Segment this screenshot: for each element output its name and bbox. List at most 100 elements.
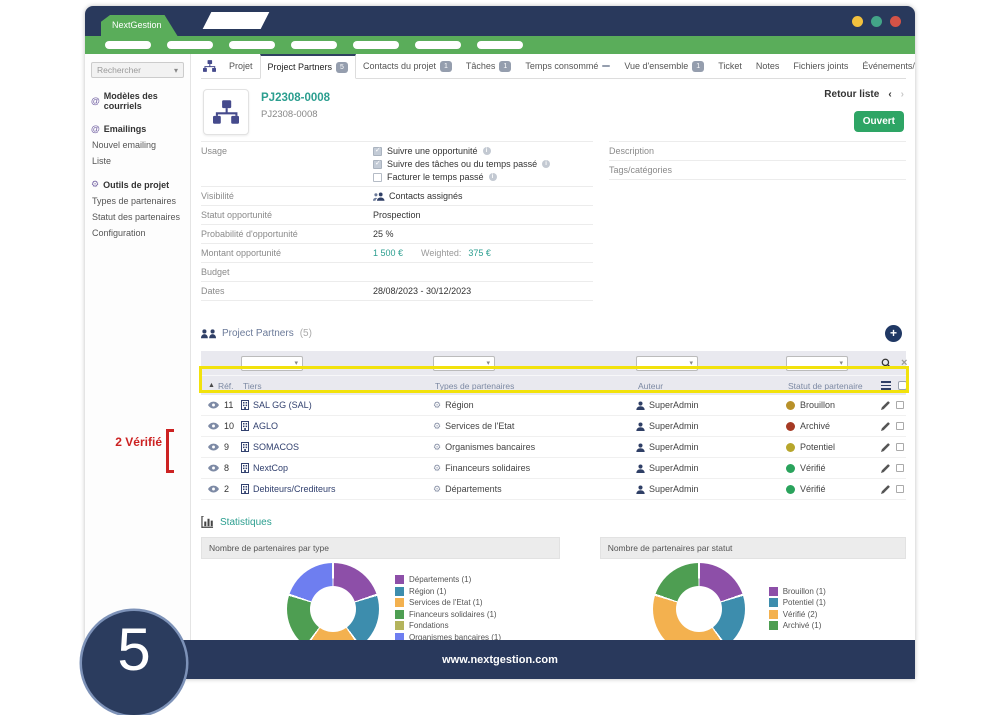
column-header[interactable]: Tiers — [241, 381, 433, 391]
tab[interactable]: Ticket — [711, 54, 749, 78]
eye-icon[interactable] — [208, 443, 219, 451]
checkbox[interactable] — [373, 173, 382, 182]
legend-label: Financeurs solidaires (1) — [409, 610, 497, 619]
edit-pencil-icon[interactable] — [881, 401, 890, 410]
tab[interactable]: Tâches1 — [459, 54, 518, 78]
table-filter-row: × — [201, 351, 906, 375]
search-icon[interactable] — [881, 358, 892, 369]
partner-type: Organismes bancaires — [445, 442, 535, 452]
edit-pencil-icon[interactable] — [881, 422, 890, 431]
donut-chart — [653, 563, 745, 641]
tab[interactable]: Projet — [222, 54, 260, 78]
nav-item-redacted[interactable] — [477, 41, 523, 49]
eye-icon[interactable] — [208, 401, 219, 409]
checkbox[interactable] — [373, 160, 382, 169]
filter-select-type[interactable] — [433, 356, 495, 371]
gear-icon: ⚙ — [433, 400, 441, 411]
filter-select-tiers[interactable] — [241, 356, 303, 371]
field-row: Statut opportunitéProspection — [201, 206, 593, 225]
company-icon — [241, 400, 249, 410]
partner-tiers-link[interactable]: AGLO — [253, 421, 278, 431]
footer-bar: www.nextgestion.com — [85, 640, 915, 679]
nav-item-redacted[interactable] — [353, 41, 399, 49]
tab[interactable]: Project Partners5 — [260, 54, 356, 79]
filter-select-statut[interactable] — [786, 356, 848, 371]
tab[interactable]: Vue d'ensemble1 — [617, 54, 711, 78]
annotation-bracket — [166, 429, 174, 473]
edit-pencil-icon[interactable] — [881, 485, 890, 494]
minimize-dot-icon[interactable] — [852, 16, 863, 27]
edit-pencil-icon[interactable] — [881, 464, 890, 473]
partner-row[interactable]: 2Debiteurs/Crediteurs⚙DépartementsSuperA… — [201, 479, 906, 500]
row-checkbox[interactable] — [896, 464, 904, 472]
status-open-button[interactable]: Ouvert — [854, 111, 904, 132]
row-checkbox[interactable] — [896, 443, 904, 451]
tab-badge — [602, 65, 610, 67]
nav-item-redacted[interactable] — [415, 41, 461, 49]
filter-select-auteur[interactable] — [636, 356, 698, 371]
partner-row[interactable]: 11SAL GG (SAL)⚙RégionSuperAdminBrouillon — [201, 395, 906, 416]
partner-tiers-link[interactable]: SOMACOS — [253, 442, 299, 452]
eye-icon[interactable] — [208, 485, 219, 493]
legend-label: Vérifié (2) — [783, 610, 818, 619]
sidebar-item[interactable]: Configuration — [91, 228, 184, 238]
tab[interactable]: Événements/Agenda — [855, 54, 915, 78]
edit-pencil-icon[interactable] — [881, 443, 890, 452]
select-all-checkbox[interactable] — [898, 381, 907, 390]
at-icon: @ — [91, 96, 100, 106]
sidebar-item[interactable]: Liste — [91, 156, 184, 166]
column-header[interactable]: Types de partenaires — [433, 381, 636, 391]
footer-url: www.nextgestion.com — [442, 654, 558, 666]
nav-item-redacted[interactable] — [105, 41, 151, 49]
sidebar-group-header[interactable]: ⚙Outils de projet — [91, 179, 184, 190]
row-checkbox[interactable] — [896, 422, 904, 430]
sidebar-item[interactable]: Statut des partenaires — [91, 212, 184, 222]
partner-row[interactable]: 9SOMACOS⚙Organismes bancairesSuperAdminP… — [201, 437, 906, 458]
next-record-chevron-icon[interactable]: › — [901, 89, 904, 100]
sidebar-search-select[interactable]: Rechercher — [91, 62, 184, 78]
tab[interactable]: Contacts du projet1 — [356, 54, 459, 78]
partner-row[interactable]: 10AGLO⚙Services de l'EtatSuperAdminArchi… — [201, 416, 906, 437]
partner-status: Archivé — [800, 421, 830, 431]
nav-item-redacted[interactable] — [291, 41, 337, 49]
content-area: ProjetProject Partners5Contacts du proje… — [191, 54, 915, 640]
row-checkbox[interactable] — [896, 401, 904, 409]
list-view-icon[interactable] — [881, 381, 891, 390]
back-to-list-link[interactable]: Retour liste — [824, 89, 879, 100]
sidebar-group-header[interactable]: @ Modèles des courriels — [91, 91, 184, 111]
sidebar-item[interactable]: Nouvel emailing — [91, 140, 184, 150]
clear-filter-icon[interactable]: × — [901, 358, 907, 369]
partner-row[interactable]: 8NextCop⚙Financeurs solidairesSuperAdmin… — [201, 458, 906, 479]
sidebar-item[interactable]: Types de partenaires — [91, 196, 184, 206]
sidebar-group-header[interactable]: @Emailings — [91, 124, 184, 134]
eye-icon[interactable] — [208, 464, 219, 472]
partner-tiers-link[interactable]: Debiteurs/Crediteurs — [253, 484, 336, 494]
partner-author: SuperAdmin — [649, 400, 699, 410]
tab-label: Événements/Agenda — [862, 61, 915, 71]
partner-tiers-link[interactable]: NextCop — [253, 463, 288, 473]
tab[interactable]: Notes — [749, 54, 787, 78]
maximize-dot-icon[interactable] — [871, 16, 882, 27]
sidebar-group-label: Modèles des courriels — [104, 91, 184, 111]
close-dot-icon[interactable] — [890, 16, 901, 27]
project-diagram-icon[interactable] — [201, 54, 222, 78]
field-value: Prospection — [373, 210, 421, 220]
nav-item-redacted[interactable] — [229, 41, 275, 49]
column-header-ref[interactable]: ▲Réf. — [201, 381, 241, 391]
row-checkbox[interactable] — [896, 485, 904, 493]
tab[interactable]: Temps consommé — [518, 54, 617, 78]
partner-type: Services de l'Etat — [445, 421, 514, 431]
column-header[interactable]: Statut de partenaire — [786, 381, 881, 391]
partner-tiers-link[interactable]: SAL GG (SAL) — [253, 400, 312, 410]
add-partner-button[interactable]: + — [885, 325, 902, 342]
brand-tab[interactable]: NextGestion — [101, 15, 178, 36]
column-header[interactable]: Auteur — [636, 381, 786, 391]
page-number: 5 — [117, 615, 150, 684]
tab[interactable]: Fichiers joints — [786, 54, 855, 78]
project-title-link[interactable]: PJ2308-0008 — [261, 92, 330, 104]
prev-record-chevron-icon[interactable]: ‹ — [888, 89, 891, 100]
checkbox[interactable] — [373, 147, 382, 156]
eye-icon[interactable] — [208, 422, 219, 430]
window-controls — [852, 16, 901, 27]
nav-item-redacted[interactable] — [167, 41, 213, 49]
